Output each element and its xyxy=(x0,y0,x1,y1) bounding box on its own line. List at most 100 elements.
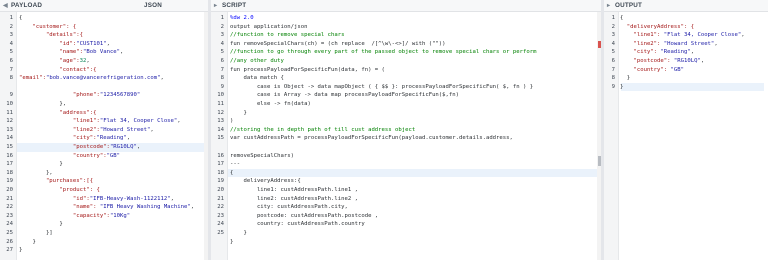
line-number: 20 xyxy=(6,187,13,193)
collapse-chevron-icon[interactable]: ◀ xyxy=(3,1,11,12)
line-number: 5 xyxy=(220,49,224,56)
code-token: "Howard Street" xyxy=(99,126,151,133)
code-line: "city":"Reading", xyxy=(19,134,130,143)
line-number: 24 xyxy=(6,221,13,228)
line-number: 23 xyxy=(6,212,13,219)
code-line: "contact":{ xyxy=(19,66,96,75)
code-line: "name": "IFB Heavy Washing Machine", xyxy=(19,203,194,212)
code-line: "country":"GB" xyxy=(19,152,120,161)
line-number: 11 xyxy=(217,101,224,107)
payload-title: PAYLOAD xyxy=(11,2,43,9)
code-token: , xyxy=(741,32,745,39)
code-token: , xyxy=(177,118,181,125)
line-number: 7 xyxy=(220,66,224,73)
code-line: "customer": { xyxy=(19,23,76,32)
code-token: } xyxy=(620,75,631,82)
code-line: "product": { xyxy=(19,186,99,195)
line-number: 8 xyxy=(220,75,224,82)
payload-format-label[interactable]: JSON xyxy=(144,0,162,11)
line-number: 17 xyxy=(217,161,224,168)
line-number: 8 xyxy=(611,75,615,82)
code-token: "city": xyxy=(19,135,97,142)
line-number: 4 xyxy=(220,40,224,47)
code-token: ) xyxy=(230,118,234,125)
line-number: 9 xyxy=(611,83,615,90)
code-line: "postcode": "RG10LQ", xyxy=(620,57,704,66)
line-number: 10 xyxy=(217,92,224,99)
code-line: //any other duty xyxy=(230,57,284,66)
line-number: 15 xyxy=(6,144,13,150)
line-number: 22 xyxy=(217,204,224,211)
code-token: }, xyxy=(19,169,53,176)
line-number: 9 xyxy=(9,92,13,99)
code-line: }] xyxy=(19,229,53,238)
code-line: { xyxy=(19,14,22,23)
script-icon: ▸ xyxy=(214,3,218,9)
code-token: "age": xyxy=(19,58,80,64)
code-token: "Bob Vance" xyxy=(83,49,121,56)
code-token: "id": xyxy=(19,40,77,47)
line-number: 21 xyxy=(6,195,13,202)
payload-editor[interactable]: 1{2 "customer": {3 "details":{4 "id":"CU… xyxy=(0,12,208,260)
script-panel-header: ▸ SCRIPT xyxy=(211,0,601,12)
code-line: postcode: custAddressPath.postcode , xyxy=(230,212,378,221)
code-line: city: custAddressPath.city, xyxy=(230,203,348,212)
line-number: 23 xyxy=(217,212,224,219)
line-number: 3 xyxy=(611,32,615,39)
code-token: removeSpecialChars) xyxy=(230,152,294,159)
code-token: , xyxy=(160,75,164,82)
code-line: country: custAddressPath.country xyxy=(230,220,365,229)
code-line: fun processPayloadForSpecificFun(data, f… xyxy=(230,66,385,75)
line-number: 1 xyxy=(9,15,13,21)
code-token: , xyxy=(106,40,110,47)
code-token: //storing the in depth path of till cust… xyxy=(230,126,416,133)
line-number: 17 xyxy=(6,161,13,168)
code-token: "name": xyxy=(19,49,83,56)
code-token: "IFB-Heavy-Wash-1122112" xyxy=(89,195,171,202)
code-line: } xyxy=(230,238,233,247)
script-editor[interactable]: 1 %dw 2.0 2 output application/json 3 //funct… xyxy=(211,12,601,260)
dataweave-playground: ◀ PAYLOAD JSON 1 {2 "customer": { 3 "detail… xyxy=(0,0,768,260)
code-token: } xyxy=(230,109,247,116)
line-number: 12 xyxy=(217,109,224,116)
code-line: case is Array -> data map processPayload… xyxy=(230,91,459,100)
code-token: "country": xyxy=(620,66,671,73)
code-line: "purchases":[{ xyxy=(19,177,93,186)
code-token: "postcode": xyxy=(620,58,674,64)
code-token: "customer": { xyxy=(19,23,77,30)
line-number: 24 xyxy=(217,221,224,228)
line-number: 8 xyxy=(9,75,13,82)
code-token: , xyxy=(190,204,195,211)
script-title: SCRIPT xyxy=(222,2,247,9)
output-editor[interactable]: 1 {2 "deliveryAddress": {3 "line1": "Flat… xyxy=(604,12,768,260)
line-number: 16 xyxy=(217,152,224,159)
script-panel: ▸ SCRIPT 1 %dw 2.0 2 output application/json… xyxy=(211,0,601,260)
code-line: output application/json xyxy=(230,23,307,32)
line-number: 4 xyxy=(9,40,13,47)
code-token: , xyxy=(86,58,90,64)
line-number: 3 xyxy=(220,32,224,39)
code-token: "details":{ xyxy=(19,32,83,39)
code-line: "id":"IFB-Heavy-Wash-1122112", xyxy=(19,195,174,204)
code-token: { xyxy=(230,169,234,176)
code-token: "RG10LQ" xyxy=(673,58,701,64)
code-token: output application/json xyxy=(230,23,308,30)
line-number: 1 xyxy=(611,15,615,21)
line-number: 18 xyxy=(217,169,224,176)
code-token: "line2": xyxy=(19,126,100,133)
code-token: "capacity": xyxy=(19,212,110,219)
code-token: line1: custAddressPath.line1 , xyxy=(230,187,358,193)
line-number: 2 xyxy=(220,23,224,30)
code-line: //storing the in depth path of till cust… xyxy=(230,126,415,135)
code-token: %dw 2.0 xyxy=(230,15,254,21)
code-line: "line2": "Howard Street", xyxy=(620,40,717,49)
code-token: } xyxy=(230,238,234,245)
code-token: "GB" xyxy=(670,66,685,73)
line-number: 14 xyxy=(217,126,224,133)
code-token: "bob.vance@vancerefrigeration.com" xyxy=(45,75,161,82)
line-number: 6 xyxy=(220,58,224,64)
code-line: %dw 2.0 xyxy=(230,14,254,23)
code-token: "Reading" xyxy=(660,49,691,56)
line-number: 25 xyxy=(217,230,224,236)
code-token: , xyxy=(126,135,131,142)
